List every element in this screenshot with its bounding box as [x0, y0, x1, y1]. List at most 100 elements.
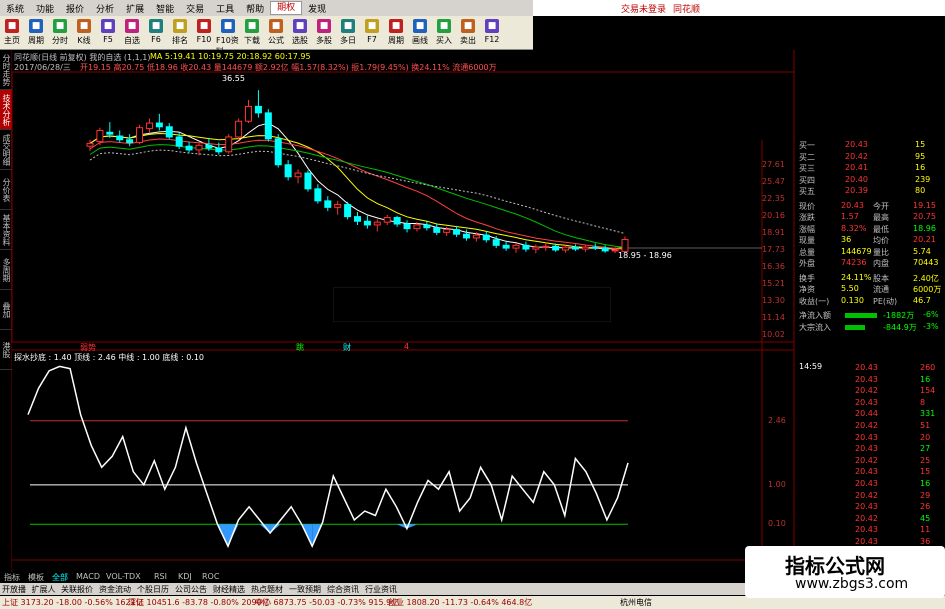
menu-item[interactable]: 扩展: [120, 2, 150, 15]
candle-body[interactable]: [86, 142, 94, 147]
menu-item[interactable]: 智能: [150, 2, 180, 15]
toolbar-button[interactable]: ■ 公式: [264, 16, 288, 50]
candle-body[interactable]: [185, 145, 193, 151]
candle-body[interactable]: [522, 244, 530, 250]
candle-body[interactable]: [126, 139, 134, 144]
link-item[interactable]: 一致预期: [289, 584, 321, 595]
indicator-tab[interactable]: VOL-TDX: [106, 572, 141, 581]
candle-body[interactable]: [601, 247, 609, 252]
toolbar-button[interactable]: ■ 周期: [24, 16, 48, 50]
toolbar-button[interactable]: ■ 选股: [288, 16, 312, 50]
link-item[interactable]: 扩展人: [32, 584, 56, 595]
candle-body[interactable]: [284, 164, 292, 178]
toolbar-button[interactable]: ■ F7: [360, 16, 384, 50]
login-status[interactable]: 交易未登录: [621, 2, 666, 15]
candle-body[interactable]: [96, 129, 104, 143]
candle-body[interactable]: [363, 220, 371, 226]
candle-body[interactable]: [314, 188, 322, 202]
toolbar-button[interactable]: ■ 画线: [408, 16, 432, 50]
tick-list[interactable]: 14:59 20.43 260 20.43 16 20.42 154 20.43 8 20.44 3…: [795, 360, 945, 546]
left-tab[interactable]: 叠加: [0, 290, 12, 330]
candle-body[interactable]: [393, 217, 401, 225]
left-tab[interactable]: 成交明细: [0, 130, 12, 170]
toolbar-button[interactable]: ■ K线: [72, 16, 96, 50]
candle-body[interactable]: [373, 221, 381, 226]
indicator-tab[interactable]: KDJ: [178, 572, 192, 581]
candle-body[interactable]: [215, 147, 223, 153]
menu-item[interactable]: 帮助: [240, 2, 270, 15]
indicator-tab[interactable]: MACD: [76, 572, 100, 581]
candle-body[interactable]: [205, 144, 213, 149]
left-tab[interactable]: 分价表: [0, 170, 12, 210]
toolbar-button[interactable]: ■ 多日: [336, 16, 360, 50]
candle-body[interactable]: [423, 224, 431, 229]
menu-item[interactable]: 系统: [0, 2, 30, 15]
candle-body[interactable]: [304, 172, 312, 190]
left-tab[interactable]: 基本资料: [0, 210, 12, 250]
toolbar-button[interactable]: ■ 多股: [312, 16, 336, 50]
candle-body[interactable]: [472, 234, 480, 239]
left-tab[interactable]: 港股: [0, 330, 12, 370]
toolbar-button[interactable]: ■ F10资料: [216, 16, 240, 56]
candle-body[interactable]: [354, 216, 361, 222]
candle-body[interactable]: [155, 122, 163, 128]
menu-item[interactable]: 工具: [210, 2, 240, 15]
link-item[interactable]: 公司公告: [175, 584, 207, 595]
candle-body[interactable]: [294, 172, 302, 178]
link-item[interactable]: 个股日历: [137, 584, 169, 595]
toolbar-button[interactable]: ■ 排名: [168, 16, 192, 50]
candle-body[interactable]: [621, 238, 629, 252]
indicator-tab[interactable]: RSI: [154, 572, 167, 581]
link-item[interactable]: 热点题材: [251, 584, 283, 595]
toolbar-button[interactable]: ■ 买入: [432, 16, 456, 50]
indicator-tab[interactable]: 模板: [28, 572, 44, 583]
candle-body[interactable]: [165, 126, 173, 138]
candle-body[interactable]: [403, 223, 411, 230]
candle-body[interactable]: [383, 217, 391, 223]
candle-body[interactable]: [443, 229, 451, 233]
toolbar-button[interactable]: ■ F12: [480, 16, 504, 50]
candle-body[interactable]: [571, 246, 579, 250]
menu-item[interactable]: 期权: [270, 1, 303, 15]
left-tab[interactable]: 多周期: [0, 250, 12, 290]
toolbar-button[interactable]: ■ 主页: [0, 16, 24, 50]
candle-body[interactable]: [235, 120, 243, 138]
link-item[interactable]: 资金流动: [99, 584, 131, 595]
toolbar-button[interactable]: ■ 下载: [240, 16, 264, 50]
menu-item[interactable]: 功能: [30, 2, 60, 15]
toolbar-button[interactable]: ■ 卖出: [456, 16, 480, 50]
candle-body[interactable]: [136, 127, 144, 144]
menu-item[interactable]: 交易: [180, 2, 210, 15]
indicator-tab[interactable]: 全部: [52, 572, 68, 583]
candle-body[interactable]: [145, 122, 153, 130]
toolbar-button[interactable]: ■ 周期: [384, 16, 408, 50]
candle-body[interactable]: [334, 204, 342, 208]
candle-body[interactable]: [433, 227, 441, 233]
candle-body[interactable]: [512, 244, 520, 249]
candle-body[interactable]: [254, 105, 262, 114]
candle-body[interactable]: [542, 245, 550, 248]
candle-body[interactable]: [453, 229, 461, 235]
candle-body[interactable]: [462, 233, 470, 239]
candle-body[interactable]: [264, 112, 272, 140]
toolbar-button[interactable]: ■ 分时: [48, 16, 72, 50]
candle-body[interactable]: [225, 136, 233, 153]
toolbar-button[interactable]: ■ F6: [144, 16, 168, 50]
toolbar-button[interactable]: ■ F5: [96, 16, 120, 50]
indicator-tab[interactable]: ROC: [202, 572, 219, 581]
link-item[interactable]: 关联报价: [61, 584, 93, 595]
candle-body[interactable]: [591, 246, 599, 249]
candle-body[interactable]: [492, 239, 500, 246]
candle-body[interactable]: [532, 246, 540, 250]
menu-item[interactable]: 报价: [60, 2, 90, 15]
candle-body[interactable]: [502, 244, 510, 249]
candle-body[interactable]: [106, 131, 114, 135]
candle-body[interactable]: [245, 105, 253, 122]
candle-body[interactable]: [413, 224, 421, 230]
toolbar-button[interactable]: ■ 自选: [120, 16, 144, 50]
indicator-tab[interactable]: 指标: [4, 572, 20, 583]
candle-body[interactable]: [274, 138, 282, 166]
menu-item[interactable]: 发现: [302, 2, 332, 15]
candle-body[interactable]: [116, 135, 124, 141]
candle-body[interactable]: [175, 136, 183, 147]
